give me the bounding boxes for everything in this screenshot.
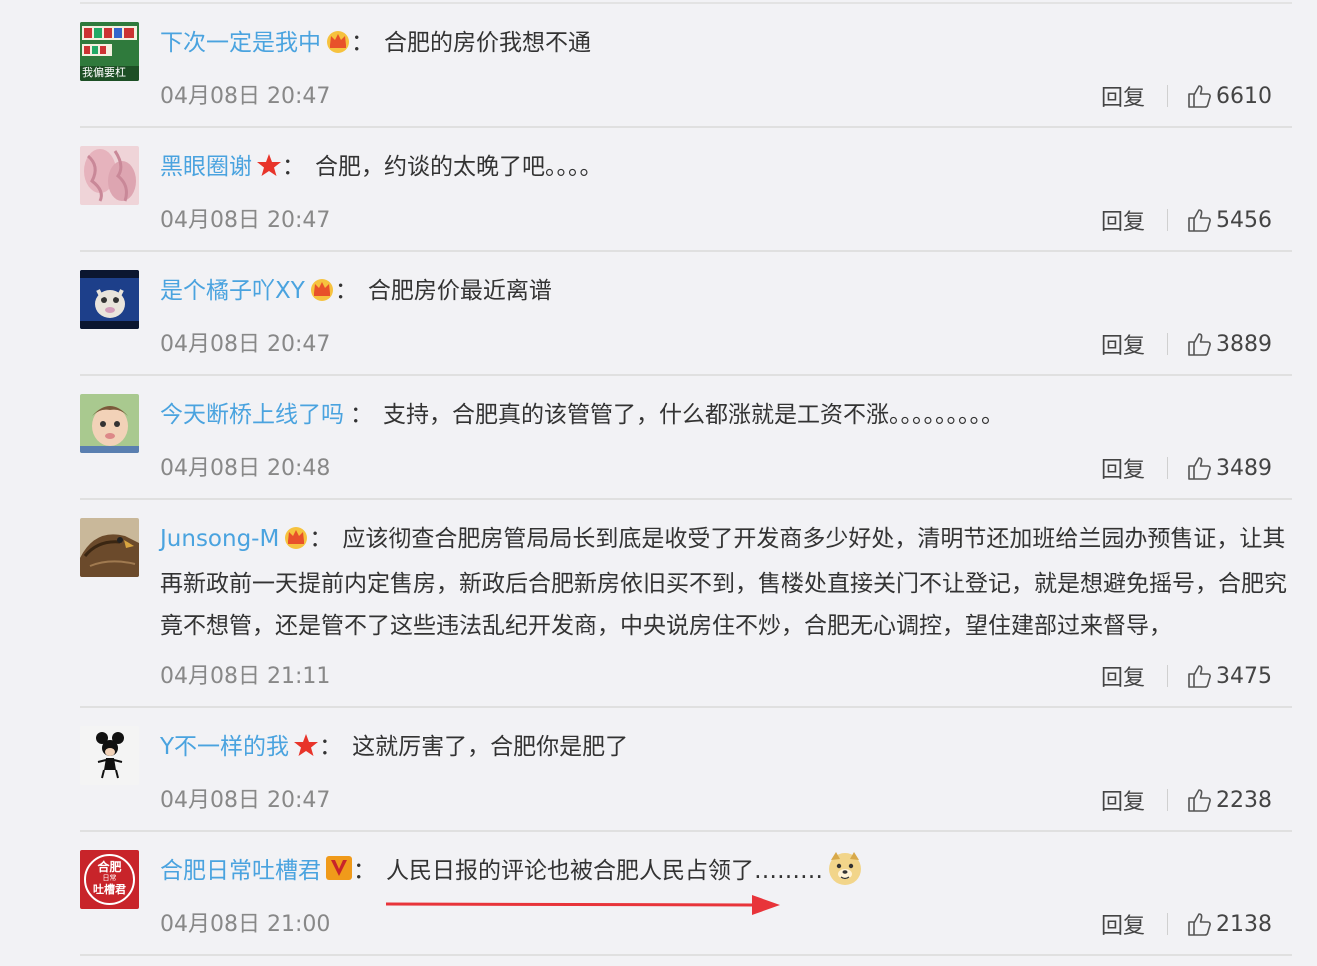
crown-badge-icon (325, 25, 351, 67)
like-button[interactable]: 3475 (1186, 663, 1272, 689)
username-link[interactable]: 今天断桥上线了吗 (160, 402, 344, 428)
like-count: 3889 (1216, 331, 1272, 357)
comment-text: 合肥房价最近离谱 (367, 278, 552, 304)
comment-divider (80, 954, 1292, 956)
comment-item: 今天断桥上线了吗：支持，合肥真的该管管了，什么都涨就是工资不涨。。。。。。。。。… (80, 394, 1292, 500)
action-separator (1167, 209, 1168, 231)
top-divider (80, 2, 1292, 4)
comment-divider (80, 830, 1292, 832)
comment-divider (80, 498, 1292, 500)
like-button[interactable]: 3489 (1186, 455, 1272, 481)
thumbs-up-icon (1188, 789, 1211, 812)
action-separator (1167, 789, 1168, 811)
like-count: 2138 (1216, 911, 1272, 937)
reply-button[interactable]: 回复 (1101, 784, 1145, 816)
avatar-logo-line: 日常 (102, 874, 117, 882)
comment-text: 支持，合肥真的该管管了，什么都涨就是工资不涨。。。。。。。。。 (383, 402, 1004, 428)
username-link[interactable]: Junsong-M (160, 526, 279, 552)
thumbs-up-icon (1188, 665, 1211, 688)
action-separator (1167, 333, 1168, 355)
star-badge-icon (256, 149, 282, 191)
comment-text: 合肥，约谈的太晚了吧。。。。 (315, 154, 603, 180)
star-badge-icon (293, 729, 319, 771)
reply-button[interactable]: 回复 (1101, 204, 1145, 236)
like-count: 6610 (1216, 83, 1272, 109)
like-button[interactable]: 2138 (1186, 911, 1272, 937)
username-link[interactable]: 下次一定是我中 (160, 30, 321, 56)
hefei-logo-avatar-icon[interactable]: 合肥 日常 吐槽君 (80, 850, 139, 909)
comment-divider (80, 706, 1292, 708)
comment-timestamp: 04月08日 20:47 (160, 208, 331, 233)
thumbs-up-icon (1188, 913, 1211, 936)
baby-avatar-icon[interactable] (80, 394, 139, 453)
comment-item: 合肥 日常 吐槽君 合肥日常吐槽君 ：人民日报的评论也被合肥人民占领了……… 0… (80, 850, 1292, 956)
avatar-logo-circle: 合肥 日常 吐槽君 (84, 854, 135, 905)
username-link[interactable]: Y不一样的我 (160, 734, 289, 760)
red-annotation-arrow (385, 895, 780, 915)
like-button[interactable]: 6610 (1186, 83, 1272, 109)
verified-v-icon (325, 853, 353, 895)
thumbs-up-icon (1188, 209, 1211, 232)
comment-text: 人民日报的评论也被合肥人民占领了……… (386, 858, 823, 884)
action-separator (1167, 665, 1168, 687)
thumbs-up-icon (1188, 457, 1211, 480)
action-separator (1167, 85, 1168, 107)
comment-timestamp: 04月08日 20:47 (160, 84, 331, 109)
comment-timestamp: 04月08日 20:47 (160, 332, 331, 357)
comment-text: 合肥的房价我想不通 (384, 30, 591, 56)
comment-timestamp: 04月08日 21:11 (160, 664, 331, 689)
reply-button[interactable]: 回复 (1101, 328, 1145, 360)
like-button[interactable]: 5456 (1186, 207, 1272, 233)
action-separator (1167, 913, 1168, 935)
avatar-logo-line: 吐槽君 (93, 883, 126, 896)
thumbs-up-icon (1188, 333, 1211, 356)
like-count: 3489 (1216, 455, 1272, 481)
reply-button[interactable]: 回复 (1101, 80, 1145, 112)
username-link[interactable]: 合肥日常吐槽君 (160, 858, 321, 884)
alpaca-avatar-icon[interactable] (80, 270, 139, 329)
comment-timestamp: 04月08日 20:48 (160, 456, 331, 481)
comment-divider (80, 374, 1292, 376)
like-button[interactable]: 3889 (1186, 331, 1272, 357)
reply-button[interactable]: 回复 (1101, 908, 1145, 940)
avatar-logo-line: 合肥 (97, 860, 122, 874)
like-count: 5456 (1216, 207, 1272, 233)
reply-button[interactable]: 回复 (1101, 452, 1145, 484)
comment-item: Junsong-M ：应该彻查合肥房管局局长到底是收受了开发商多少好处，清明节还… (80, 518, 1292, 708)
crown-badge-icon (283, 521, 309, 563)
comment-item: 我偏要杠 下次一定是我中 ：合肥的房价我想不通 04月08日 20:47 回复 … (80, 22, 1292, 128)
pink-fabric-avatar-icon[interactable] (80, 146, 139, 205)
like-count: 2238 (1216, 787, 1272, 813)
mahjong-avatar-icon[interactable]: 我偏要杠 (80, 22, 139, 81)
avatar-caption: 我偏要杠 (82, 66, 126, 79)
username-link[interactable]: 是个橘子吖XY (160, 278, 305, 304)
comment-divider (80, 250, 1292, 252)
comment-text: 这就厉害了，合肥你是肥了 (352, 734, 629, 760)
comment-divider (80, 126, 1292, 128)
reply-button[interactable]: 回复 (1101, 660, 1145, 692)
comment-timestamp: 04月08日 21:00 (160, 912, 331, 937)
like-count: 3475 (1216, 663, 1272, 689)
crown-badge-icon (309, 273, 335, 315)
comment-timestamp: 04月08日 20:47 (160, 788, 331, 813)
thumbs-up-icon (1188, 85, 1211, 108)
mickey-avatar-icon[interactable] (80, 726, 139, 785)
doge-emoji-icon (827, 850, 863, 900)
eagle-avatar-icon[interactable] (80, 518, 139, 577)
comment-item: 黑眼圈谢 ：合肥，约谈的太晚了吧。。。。 04月08日 20:47 回复 545… (80, 146, 1292, 252)
username-link[interactable]: 黑眼圈谢 (160, 154, 252, 180)
action-separator (1167, 457, 1168, 479)
comment-item: 是个橘子吖XY ：合肥房价最近离谱 04月08日 20:47 回复 3889 (80, 270, 1292, 376)
comment-item: Y不一样的我 ：这就厉害了，合肥你是肥了 04月08日 20:47 回复 223… (80, 726, 1292, 832)
like-button[interactable]: 2238 (1186, 787, 1272, 813)
